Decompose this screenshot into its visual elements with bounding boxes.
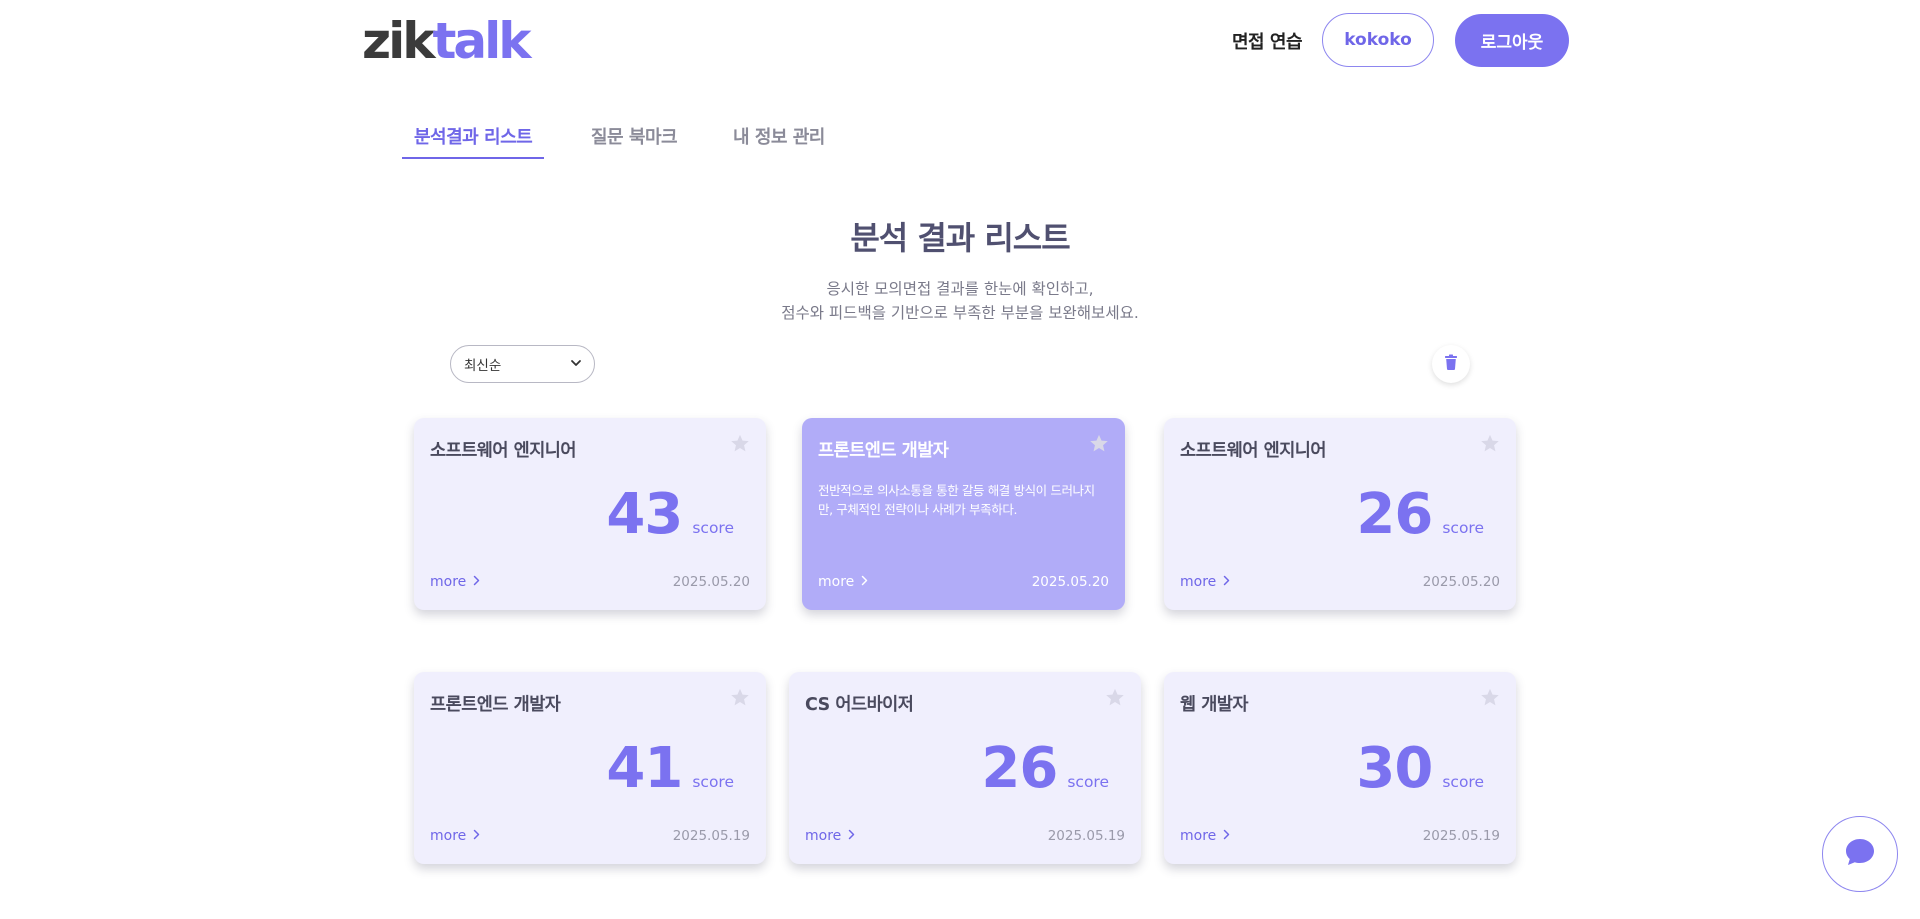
score-value: 43 — [606, 482, 683, 547]
result-card[interactable]: CS 어드바이저 26 score more 2025.05.19 — [789, 672, 1141, 864]
card-date: 2025.05.19 — [1422, 828, 1500, 844]
card-date: 2025.05.20 — [1422, 574, 1500, 590]
score-unit: score — [692, 519, 734, 537]
score-value: 26 — [1356, 482, 1433, 547]
score-unit: score — [1067, 773, 1109, 791]
tab-my-info[interactable]: 내 정보 관리 — [733, 123, 825, 149]
score-display: 26 score — [1356, 482, 1484, 548]
active-tab-underline — [402, 157, 544, 159]
score-display: 26 score — [981, 736, 1109, 802]
chevron-right-icon — [473, 574, 480, 590]
card-title: 프론트엔드 개발자 — [430, 695, 561, 715]
more-label: more — [818, 574, 855, 590]
chevron-down-icon — [570, 357, 582, 373]
chevron-right-icon — [1223, 828, 1230, 844]
more-label: more — [1180, 574, 1217, 590]
card-title: 프론트엔드 개발자 — [818, 441, 949, 461]
chatbot-button[interactable] — [1822, 816, 1898, 892]
delete-button[interactable] — [1432, 345, 1470, 383]
sort-selected-value: 최신순 — [464, 358, 502, 374]
ziktalk-logo[interactable]: ziktalk — [362, 12, 532, 70]
score-value: 26 — [981, 736, 1058, 801]
chevron-right-icon — [1223, 574, 1230, 590]
page-subtitle: 응시한 모의면접 결과를 한눈에 확인하고, 점수와 피드백을 기반으로 부족한… — [0, 277, 1920, 325]
result-card[interactable]: 웹 개발자 30 score more 2025.05.19 — [1164, 672, 1516, 864]
subtitle-line-1: 응시한 모의면접 결과를 한눈에 확인하고, — [826, 280, 1094, 298]
card-date: 2025.05.19 — [672, 828, 750, 844]
star-icon[interactable] — [1105, 688, 1125, 711]
result-card[interactable]: 프론트엔드 개발자 41 score more 2025.05.19 — [414, 672, 766, 864]
card-title: CS 어드바이저 — [805, 695, 914, 715]
star-icon[interactable] — [730, 434, 750, 457]
card-title: 소프트웨어 엔지니어 — [1180, 441, 1327, 461]
chevron-right-icon — [861, 574, 868, 590]
logo-text-zik: zik — [362, 12, 435, 70]
more-link[interactable]: more — [1180, 574, 1230, 590]
tab-question-bookmark[interactable]: 질문 북마크 — [591, 123, 678, 149]
more-link[interactable]: more — [805, 828, 855, 844]
card-date: 2025.05.19 — [1047, 828, 1125, 844]
more-link[interactable]: more — [430, 828, 480, 844]
more-label: more — [805, 828, 842, 844]
more-link[interactable]: more — [818, 574, 868, 590]
card-title: 웹 개발자 — [1180, 695, 1249, 715]
score-unit: score — [1442, 773, 1484, 791]
card-title: 소프트웨어 엔지니어 — [430, 441, 577, 461]
more-link[interactable]: more — [1180, 828, 1230, 844]
chat-bubble-icon — [1844, 837, 1876, 871]
star-icon[interactable] — [730, 688, 750, 711]
star-icon[interactable] — [1089, 434, 1109, 457]
result-card-hovered[interactable]: 프론트엔드 개발자 전반적으로 의사소통을 통한 갈등 해결 방식이 드러나지만… — [802, 418, 1125, 610]
result-card[interactable]: 소프트웨어 엔지니어 43 score more 2025.05.20 — [414, 418, 766, 610]
page-title: 분석 결과 리스트 — [850, 219, 1070, 257]
score-unit: score — [692, 773, 734, 791]
card-date: 2025.05.20 — [672, 574, 750, 590]
star-icon[interactable] — [1480, 434, 1500, 457]
chevron-right-icon — [848, 828, 855, 844]
card-date: 2025.05.20 — [1031, 574, 1109, 590]
score-display: 41 score — [606, 736, 734, 802]
result-card[interactable]: 소프트웨어 엔지니어 26 score more 2025.05.20 — [1164, 418, 1516, 610]
interview-practice-link[interactable]: 면접 연습 — [1232, 28, 1303, 54]
trash-icon — [1444, 354, 1458, 374]
more-label: more — [1180, 828, 1217, 844]
more-label: more — [430, 828, 467, 844]
tab-analysis-list[interactable]: 분석결과 리스트 — [414, 123, 533, 149]
score-unit: score — [1442, 519, 1484, 537]
more-label: more — [430, 574, 467, 590]
score-value: 41 — [606, 736, 683, 801]
more-link[interactable]: more — [430, 574, 480, 590]
sort-select[interactable]: 최신순 — [450, 345, 595, 383]
chevron-right-icon — [473, 828, 480, 844]
score-value: 30 — [1356, 736, 1433, 801]
logout-button[interactable]: 로그아웃 — [1455, 14, 1569, 67]
user-profile-button[interactable]: kokoko — [1322, 13, 1434, 67]
score-display: 30 score — [1356, 736, 1484, 802]
star-icon[interactable] — [1480, 688, 1500, 711]
logo-text-talk: talk — [432, 12, 532, 70]
score-display: 43 score — [606, 482, 734, 548]
subtitle-line-2: 점수와 피드백을 기반으로 부족한 부분을 보완해보세요. — [781, 304, 1139, 322]
card-feedback-summary: 전반적으로 의사소통을 통한 갈등 해결 방식이 드러나지만, 구체적인 전략이… — [818, 483, 1095, 517]
